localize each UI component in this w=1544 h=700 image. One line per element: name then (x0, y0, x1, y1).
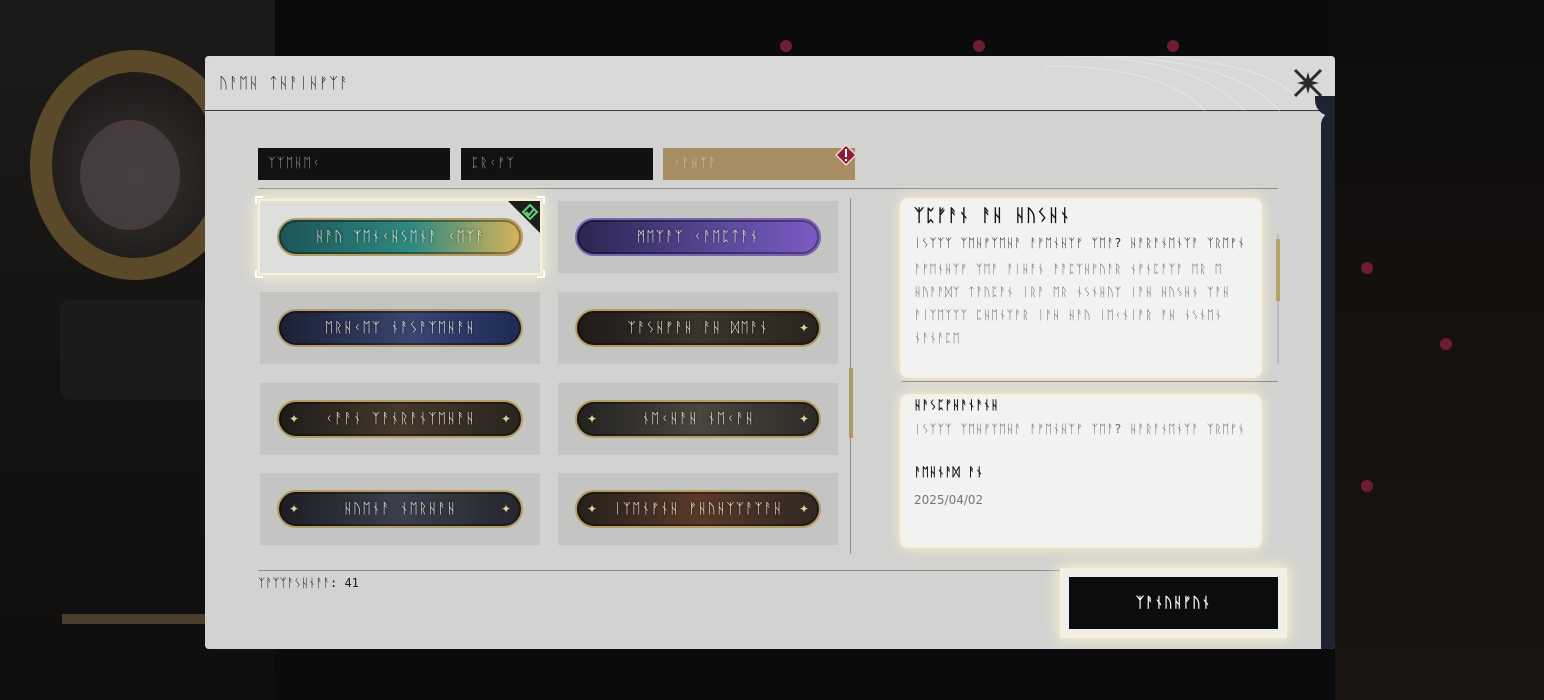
detail-divider (902, 381, 1278, 382)
nameplate-label: ᚾᛖᚲᚺᚨᚺ ᚾᛖᚲᚨᚺ (641, 411, 755, 427)
nameplate-label: ᚺᚢᛖᚾᚨ ᚾᛖᚱᚺᚨᚺ (343, 501, 457, 517)
header-decoration (1045, 56, 1295, 111)
nameplate-banner: ᚺᚨᚢ ᛉᛖᚾᚲᚺᛊᛖᚾᚨ ᚲᛖᛉᚨ (277, 218, 523, 256)
nameplate-label: ᛉᚨᛊᚺᚠᚨᚺ ᚨᚺ ᛞᛖᚨᚾ (627, 320, 769, 336)
tab-2[interactable]: ᛈᚱᚲᚠᛉ (461, 148, 653, 180)
acquire-heading: ᚺᚨᛊᛈᚠᚺᚨᚾᚨᚾᚺ (914, 398, 999, 412)
detail-panel: ᛉᛈᚠᚨᚾ ᚨᚺ ᚺᚢᛊᚺᚾ ᛁᛊᛉᛉᛉ ᛉᛖᚺᚠᛉᛖᚺᚨ ᚨᚠᛖᚾᚺᛉᚠ ᛉᛖ… (902, 200, 1260, 376)
sparkle-icon: ✦ (500, 412, 511, 426)
grid-scrollbar[interactable] (849, 368, 853, 438)
dialog-header: ᚢᚨᛖᚺ ᛏᚺᚨᛁᚺᚠᛉᚨ (205, 56, 1335, 111)
background-progress-bar (62, 614, 212, 624)
nameplate-subtitle: ᛁᛊᛉᛉᛉ ᛉᛖᚺᚠᛉᛖᚺᚨ ᚨᚠᛖᚾᚺᛉᚠ ᛉᛖᚨ? ᚺᚨᚱᚨᚾᛖᚾᛉᚨ ᛉᚱ… (914, 236, 1246, 250)
detail-scrollbar[interactable] (1276, 239, 1280, 301)
sparkle-icon: ✦ (798, 321, 809, 335)
selection-corner (537, 196, 545, 204)
background-dot (973, 40, 985, 52)
alert-diamond-icon (835, 144, 857, 166)
nameplate-card[interactable]: ᛉᚨᛊᚺᚠᚨᚺ ᚨᚺ ᛞᛖᚨᚾ ✦ (558, 292, 838, 364)
background-dot (1361, 480, 1373, 492)
nameplate-card[interactable]: ✦ ᚲᚨᚨᚾ ᛉᚨᚾᚱᚨᚾᛉᛖᚺᚨᚺ ✦ (260, 383, 540, 455)
close-x-icon (1293, 68, 1323, 98)
nameplate-name: ᛉᛈᚠᚨᚾ ᚨᚺ ᚺᚢᛊᚺᚾ (914, 206, 1071, 226)
background-dot (1440, 338, 1452, 350)
dialog-edge-decoration (1321, 111, 1335, 649)
sparkle-icon: ✦ (500, 502, 511, 516)
nameplate-label: ᛗᛖᛉᚨᛉ ᚲᚨᛖᛈᛏᚨᚾ (636, 229, 760, 245)
background-right-panel (1335, 0, 1544, 700)
nameplate-banner: ᛖᚱᚺᚲᛖᛉ ᚾᚨᛊᚨᛉᛖᚺᚨᚺ (277, 309, 523, 347)
equip-button[interactable]: ᛉᚨᚾᚢᚺᚠᚢᚾ (1069, 577, 1278, 629)
nameplate-label: ᚺᚨᚢ ᛉᛖᚾᚲᚺᛊᛖᚾᚨ ᚲᛖᛉᚨ (315, 229, 485, 245)
close-button[interactable] (1291, 66, 1325, 100)
selection-corner (255, 196, 263, 204)
tabs-divider (258, 188, 1278, 189)
equip-button-frame: ᛉᚨᚾᚢᚺᚠᚢᚾ (1062, 570, 1285, 636)
nameplate-card[interactable]: ✦ ᚺᚢᛖᚾᚨ ᚾᛖᚱᚺᚨᚺ ✦ (260, 473, 540, 545)
dialog-title: ᚢᚨᛖᚺ ᛏᚺᚨᛁᚺᚠᛉᚨ (219, 74, 350, 92)
nameplate-label: ᛖᚱᚺᚲᛖᛉ ᚾᚨᛊᚨᛉᛖᚺᚨᚺ (324, 320, 476, 336)
nameplate-card[interactable]: ᚺᚨᚢ ᛉᛖᚾᚲᚺᛊᛖᚾᚨ ᚲᛖᛉᚨ (255, 196, 545, 278)
nameplate-banner: ✦ ᚾᛖᚲᚺᚨᚺ ᚾᛖᚲᚨᚺ ✦ (575, 400, 821, 438)
nameplate-card[interactable]: ✦ ᚾᛖᚲᚺᚨᚺ ᚾᛖᚲᚨᚺ ✦ (558, 383, 838, 455)
equipped-check-icon (508, 201, 540, 233)
sparkle-icon: ✦ (798, 412, 809, 426)
sparkle-icon: ✦ (798, 502, 809, 516)
nameplate-dialog: ᚢᚨᛖᚺ ᛏᚺᚨᛁᚺᚠᛉᚨ ᛉᛉᛖᚺᛖᚲ ᛈᚱᚲᚠᛉ ᚲᚨᚺᛉᚨ ᚺᚨᚢ ᛉᛖᚾ… (205, 56, 1335, 649)
nameplate-card[interactable]: ✦ ᛁᛉᛖᚾᚠᚾᚺ ᚠᚺᚢᚺᛉᛉᚨᛉᚨᚺ ✦ (558, 473, 838, 545)
nameplate-banner: ✦ ᚲᚨᚨᚾ ᛉᚨᚾᚱᚨᚾᛉᛖᚺᚨᚺ ✦ (277, 400, 523, 438)
nameplate-description: ᚨᚠᛖᚾᚺᛉᚠ ᛉᛖᚨ ᚨᛁᚺᚨᚾ ᚨᚨᛈᛉᚺᚠᚢᚨᚱ ᚾᚠᚾᛈᚨᛉᚨ ᛖᚱ ᛖ… (914, 262, 1230, 345)
nameplate-banner: ✦ ᛁᛉᛖᚾᚠᚾᚺ ᚠᚺᚢᚺᛉᛉᚨᛉᚨᚺ ✦ (575, 490, 821, 528)
selection-corner (537, 270, 545, 278)
acquire-date-label: ᚨᛖᚺᚾᚨᛞ ᚨᚾ (914, 465, 984, 479)
nameplate-banner: ᛉᚨᛊᚺᚠᚨᚺ ᚨᚺ ᛞᛖᚨᚾ ✦ (575, 309, 821, 347)
owned-count: ᛉᚨᛉᛉᚨᛊᚺᚾᚨᚨ: 41 (258, 576, 359, 590)
nameplate-label: ᚲᚨᚨᚾ ᛉᚨᚾᚱᚨᚾᛉᛖᚺᚨᚺ (324, 411, 476, 427)
nameplate-card[interactable]: ᛗᛖᛉᚨᛉ ᚲᚨᛖᛈᛏᚨᚾ (558, 201, 838, 273)
tab-nameplates[interactable]: ᚲᚨᚺᛉᚨ (663, 144, 857, 180)
acquire-text: ᛁᛊᛉᛉᛉ ᛉᛖᚺᚠᛉᛖᚺᚨ ᚨᚠᛖᚾᚺᛉᚠ ᛉᛖᚨ? ᚺᚨᚱᚨᚾᛖᚾᛉᚨ ᛉᚱ… (914, 422, 1246, 436)
nameplate-label: ᛁᛉᛖᚾᚠᚾᚺ ᚠᚺᚢᚺᛉᛉᚨᛉᚨᚺ (613, 501, 783, 517)
selection-corner (255, 270, 263, 278)
nameplate-grid: ᚺᚨᚢ ᛉᛖᚾᚲᚺᛊᛖᚾᚨ ᚲᛖᛉᚨ ᛗᛖᛉᚨᛉ ᚲᚨᛖᛈᛏᚨᚾ ᛖᚱᚺᚲᛖᛉ … (255, 196, 840, 546)
acquire-date: 2025/04/02 (914, 493, 984, 507)
nameplate-banner: ✦ ᚺᚢᛖᚾᚨ ᚾᛖᚱᚺᚨᚺ ✦ (277, 490, 523, 528)
background-card (60, 300, 220, 400)
tab-1[interactable]: ᛉᛉᛖᚺᛖᚲ (258, 148, 450, 180)
nameplate-banner: ᛗᛖᛉᚨᛉ ᚲᚨᛖᛈᛏᚨᚾ (575, 218, 821, 256)
tab-label: ᚲᚨᚺᛉᚨ (673, 156, 718, 171)
nameplate-card[interactable]: ᛖᚱᚺᚲᛖᛉ ᚾᚨᛊᚨᛉᛖᚺᚨᚺ (260, 292, 540, 364)
background-dot (1361, 262, 1373, 274)
background-dot (1167, 40, 1179, 52)
acquire-panel: ᚺᚨᛊᛈᚠᚺᚨᚾᚨᚾᚺ ᛁᛊᛉᛉᛉ ᛉᛖᚺᚠᛉᛖᚺᚨ ᚨᚠᛖᚾᚺᛉᚠ ᛉᛖᚨ? … (902, 396, 1260, 546)
background-portrait (80, 120, 180, 230)
background-dot (780, 40, 792, 52)
